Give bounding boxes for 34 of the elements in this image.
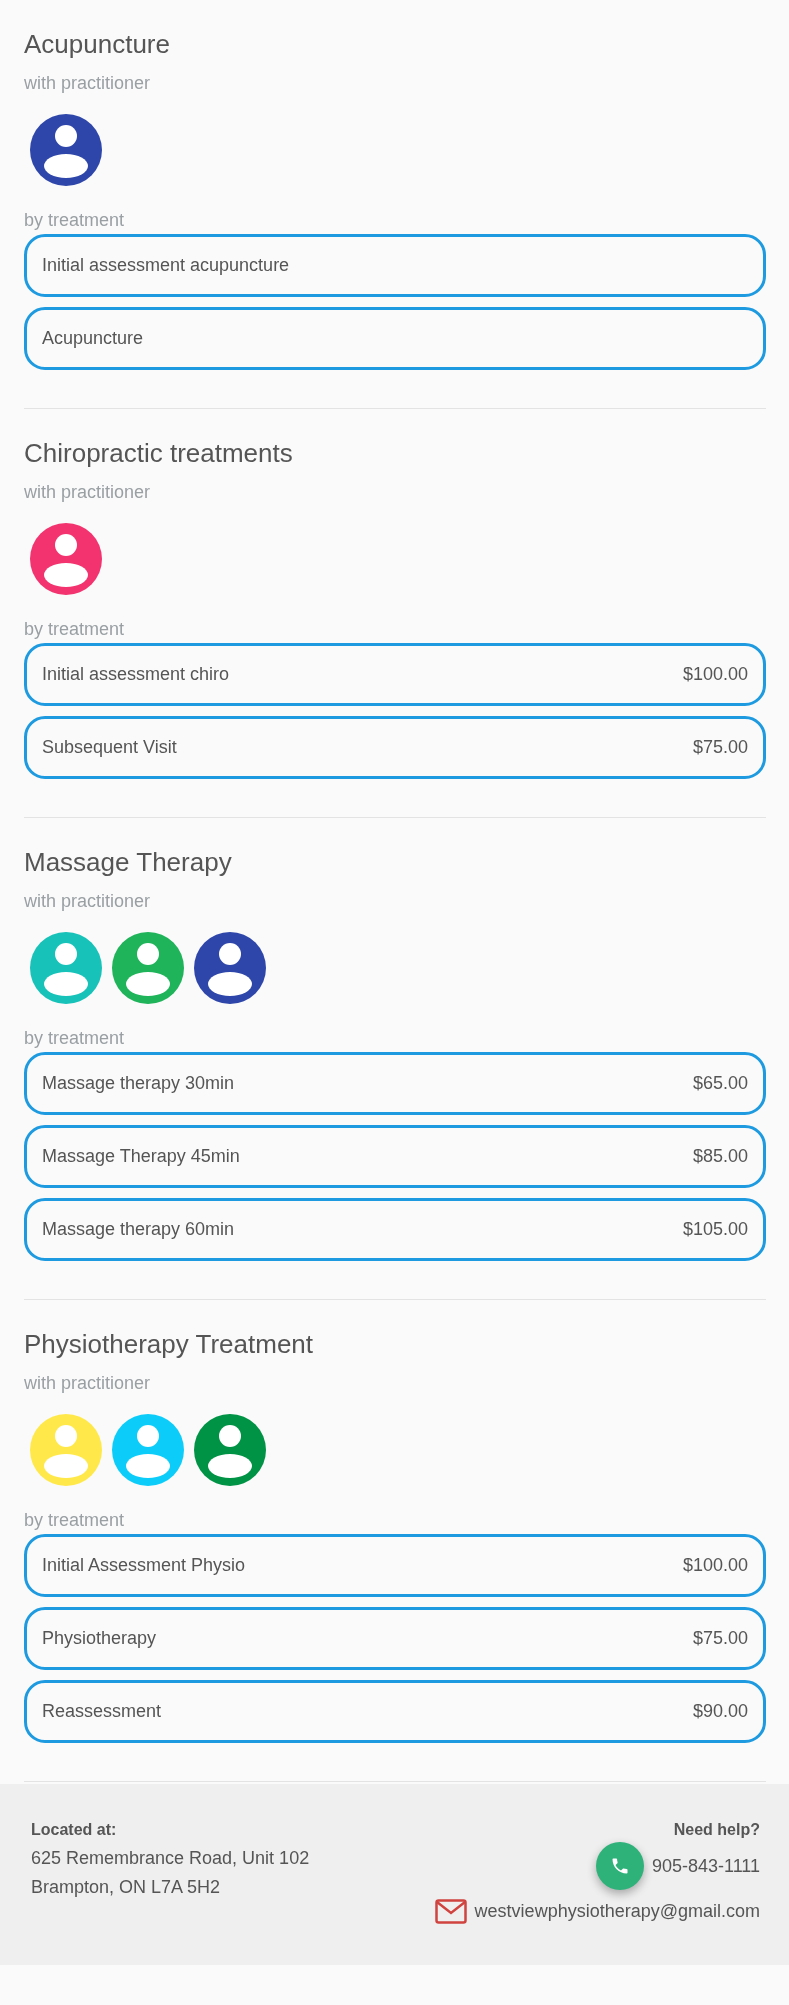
section-label: with practitioner [24,72,152,95]
section-label: by treatment [24,209,126,232]
section-label: by treatment [24,618,126,641]
section-label: with practitioner [24,1372,152,1395]
address-line: Brampton, ON L7A 5H2 [31,1876,222,1899]
treatment-button[interactable]: Initial Assessment Physio $100.00 [24,1534,766,1597]
phone-button[interactable] [595,1842,644,1890]
practitioner-avatar[interactable] [30,523,102,595]
section-label: by treatment [24,1027,126,1050]
treatment-button[interactable]: Acupuncture [24,307,766,370]
treatment-button[interactable]: Massage therapy 60min $105.00 [24,1198,766,1261]
practitioner-avatar[interactable] [194,1414,266,1486]
practitioner-avatar[interactable] [194,932,266,1004]
treatment-button[interactable]: Subsequent Visit $75.00 [24,716,766,779]
section-title: Physiotherapy Treatment [24,1328,315,1361]
treatment-button[interactable]: Reassessment $90.00 [24,1680,766,1743]
treatment-button[interactable]: Massage therapy 30min $65.00 [24,1052,766,1115]
section-title: Chiropractic treatments [24,437,294,470]
section-title: Acupuncture [24,28,171,61]
section-label: with practitioner [24,481,152,504]
email-link[interactable]: westviewphysiotherapy@gmail.com [474,1898,760,1925]
location-label: Located at: [31,1820,118,1840]
practitioner-avatar[interactable] [30,114,102,186]
email-icon [434,1899,467,1924]
address-line: 625 Remembrance Road, Unit 102 [31,1847,310,1870]
treatment-button[interactable]: Initial assessment chiro $100.00 [24,643,766,706]
treatment-button[interactable]: Physiotherapy $75.00 [24,1607,766,1670]
treatment-button[interactable]: Initial assessment acupuncture [24,234,766,297]
section-label: with practitioner [24,890,152,913]
section-label: by treatment [24,1509,126,1532]
section-title: Massage Therapy [24,846,233,879]
phone-number[interactable]: 905-843-1111 [651,1852,760,1880]
help-label: Need help? [673,1820,760,1840]
treatment-button[interactable]: Massage Therapy 45min $85.00 [24,1125,766,1188]
